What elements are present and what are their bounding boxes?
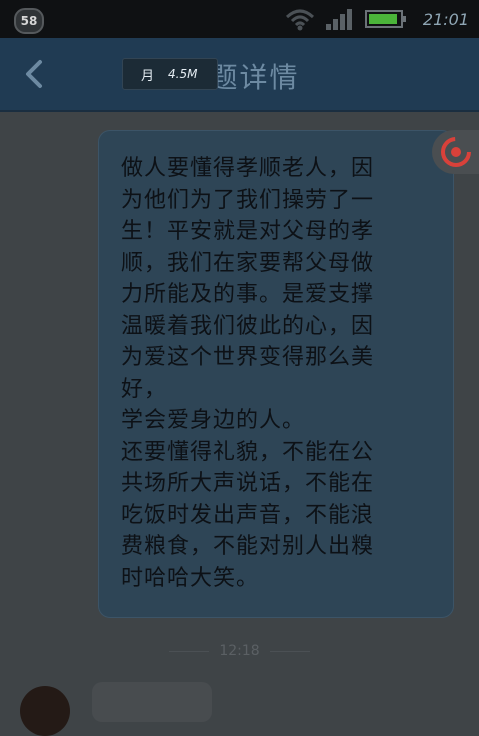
avatar[interactable]	[20, 686, 70, 736]
speed-widget-value: 4.5M	[168, 67, 198, 81]
signal-icon	[325, 9, 352, 30]
network-speed-widget[interactable]: 月 4.5M	[122, 58, 218, 90]
battery-icon	[364, 10, 406, 28]
wifi-icon	[285, 9, 314, 31]
floating-indicator[interactable]	[432, 130, 479, 174]
message-text: 做人要懂得孝顺老人，因 为他们为了我们操劳了一 生！平安就是对父母的孝 顺，我们…	[121, 156, 375, 591]
divider	[169, 650, 210, 652]
timestamp-row: 12:18	[0, 640, 479, 662]
incoming-message-bubble[interactable]	[92, 682, 212, 722]
divider	[269, 650, 310, 652]
speed-widget-label: 月	[141, 68, 155, 84]
message-timestamp: 12:18	[219, 643, 260, 659]
page-title: 话题详情	[179, 61, 300, 94]
message-bubble[interactable]: 做人要懂得孝顺老人，因 为他们为了我们操劳了一 生！平安就是对父母的孝 顺，我们…	[98, 130, 454, 618]
status-time: 21:01	[422, 9, 469, 29]
notification-count-badge[interactable]: 58	[14, 8, 44, 34]
status-icons: 21:01	[285, 6, 469, 32]
title-bar: 话题详情 月 4.5M	[0, 38, 479, 112]
status-bar: 58 21:01	[0, 0, 479, 38]
refresh-circle-icon	[441, 137, 471, 167]
